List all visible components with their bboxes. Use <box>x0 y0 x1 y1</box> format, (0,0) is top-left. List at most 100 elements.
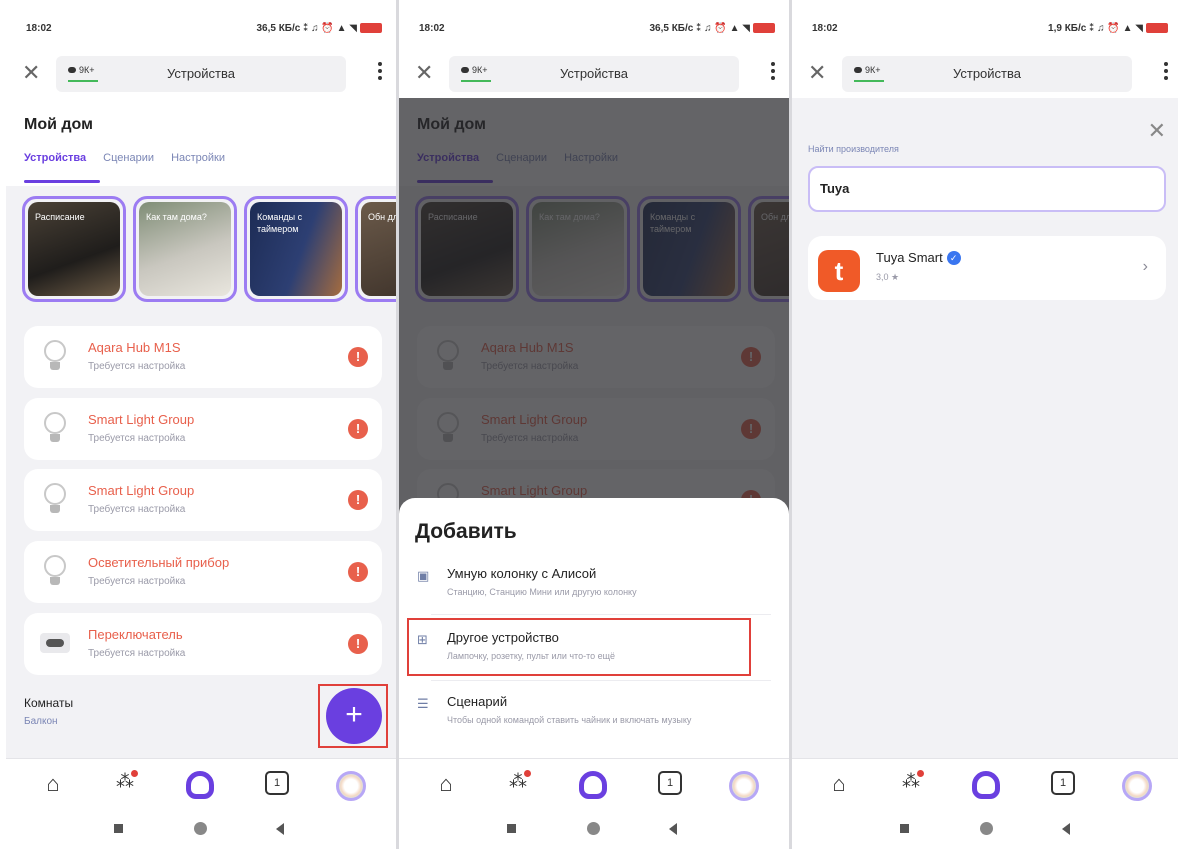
active-tab-underline <box>24 180 100 183</box>
system-nav <box>6 810 396 849</box>
three-screens: 18:02 36,5 КБ/с ⁑ ♫ ⏰ ▲ ◥ ✕ 9К+ Устройст… <box>0 0 1178 849</box>
url-box[interactable]: 9К+ Устройства <box>842 56 1132 92</box>
switch-icon <box>40 633 70 653</box>
device-name: Smart Light Group <box>88 412 195 427</box>
battery-icon <box>1146 23 1168 34</box>
status-indicators: 36,5 КБ/с ⁑ ♫ ⏰ ▲ ◥ <box>256 23 382 34</box>
back-icon[interactable] <box>669 823 677 835</box>
stories-row: Расписание Как там дома? Команды с тайме… <box>22 196 396 304</box>
home-circle-icon[interactable] <box>980 822 993 835</box>
home-icon[interactable]: ⌂ <box>38 771 68 799</box>
chevron-right-icon: › <box>1142 258 1148 275</box>
home-title: Мой дом <box>24 116 93 133</box>
alice-icon[interactable] <box>972 771 1002 799</box>
avatar[interactable] <box>729 771 759 801</box>
page-title: Устройства <box>559 66 628 81</box>
recents-icon[interactable] <box>507 824 516 833</box>
more-icon[interactable] <box>771 62 775 83</box>
browser-topbar: ✕ 9К+ Устройства <box>6 50 396 98</box>
more-icon[interactable] <box>378 62 382 83</box>
tuya-logo-icon: t <box>818 250 860 292</box>
back-icon[interactable] <box>276 823 284 835</box>
story-caption: Как там дома? <box>146 212 207 222</box>
close-icon[interactable]: ✕ <box>22 62 40 84</box>
option-subtitle: Чтобы одной командой ставить чайник и вк… <box>447 715 692 725</box>
bulb-icon <box>44 412 66 446</box>
warning-icon: ! <box>348 562 368 582</box>
device-name: Переключатель <box>88 627 183 642</box>
apps-icon[interactable]: ⁂ <box>896 770 926 799</box>
tabs-icon[interactable]: 1 <box>262 771 292 799</box>
story-card[interactable]: Как там дома? <box>133 196 237 302</box>
url-box[interactable]: 9К+ Устройства <box>449 56 739 92</box>
close-icon[interactable]: ✕ <box>808 62 826 84</box>
alice-icon[interactable] <box>579 771 609 799</box>
story-caption: Обн для у <box>368 212 396 222</box>
device-status: Требуется настройка <box>88 648 186 659</box>
apps-icon[interactable]: ⁂ <box>503 770 533 799</box>
warning-icon: ! <box>348 634 368 654</box>
device-status: Требуется настройка <box>88 576 186 587</box>
page-title: Устройства <box>166 66 235 81</box>
home-circle-icon[interactable] <box>194 822 207 835</box>
avatar[interactable] <box>1122 771 1152 801</box>
scenario-icon: ☰ <box>417 696 429 711</box>
option-smart-speaker[interactable]: ▣ Умную колонку с Алисой Станцию, Станци… <box>415 560 775 616</box>
page-title: Устройства <box>952 66 1021 81</box>
close-search-icon[interactable]: ✕ <box>1148 118 1166 144</box>
apps-icon[interactable]: ⁂ <box>110 770 140 799</box>
device-card[interactable]: Переключатель Требуется настройка ! <box>24 613 382 675</box>
option-title: Умную колонку с Алисой <box>447 566 597 581</box>
room-name[interactable]: Балкон <box>24 716 73 727</box>
manufacturer-result[interactable]: t Tuya Smart ✓ 3,0 ★ › <box>808 236 1166 300</box>
url-box[interactable]: 9К+ Устройства <box>56 56 346 92</box>
back-icon[interactable] <box>1062 823 1070 835</box>
recents-icon[interactable] <box>114 824 123 833</box>
battery-icon <box>753 23 775 34</box>
avatar[interactable] <box>336 771 366 801</box>
home-header: Мой дом Устройства Сценарии Настройки <box>6 98 396 186</box>
device-card[interactable]: Осветительный прибор Требуется настройка… <box>24 541 382 603</box>
manufacturer-rating: 3,0 ★ <box>876 272 900 282</box>
device-status: Требуется настройка <box>88 504 186 515</box>
close-icon[interactable]: ✕ <box>415 62 433 84</box>
bulb-icon <box>44 340 66 374</box>
status-time: 18:02 <box>26 23 52 34</box>
system-nav <box>399 810 789 849</box>
home-icon[interactable]: ⌂ <box>431 771 461 799</box>
more-icon[interactable] <box>1164 62 1168 83</box>
tabs-icon[interactable]: 1 <box>655 771 685 799</box>
recents-icon[interactable] <box>900 824 909 833</box>
home-circle-icon[interactable] <box>587 822 600 835</box>
speaker-icon: ▣ <box>417 568 430 583</box>
story-card[interactable]: Расписание <box>22 196 126 302</box>
story-caption: Команды с таймером <box>257 212 303 234</box>
rooms-title: Комнаты <box>24 696 74 710</box>
device-name: Aqara Hub M1S <box>88 340 181 355</box>
search-label: Найти производителя <box>808 144 899 154</box>
tab-scenarios[interactable]: Сценарии <box>103 152 154 164</box>
alice-icon[interactable] <box>186 771 216 799</box>
manufacturer-name: Tuya Smart ✓ <box>876 250 961 265</box>
browser-topbar: ✕ 9К+ Устройства <box>399 50 789 98</box>
warning-icon: ! <box>348 490 368 510</box>
verified-icon: ✓ <box>946 251 961 265</box>
bulb-icon <box>44 555 66 589</box>
device-card[interactable]: Smart Light Group Требуется настройка ! <box>24 469 382 531</box>
story-card[interactable]: Обн для у <box>355 196 396 302</box>
tab-settings[interactable]: Настройки <box>171 152 225 164</box>
status-bar: 18:02 36,5 КБ/с ⁑ ♫ ⏰ ▲ ◥ <box>399 0 789 52</box>
tab-devices[interactable]: Устройства <box>24 152 86 164</box>
device-card[interactable]: Smart Light Group Требуется настройка ! <box>24 398 382 460</box>
system-nav <box>792 810 1178 849</box>
manufacturer-search-input[interactable]: Tuya <box>808 166 1166 212</box>
status-bar: 18:02 36,5 КБ/с ⁑ ♫ ⏰ ▲ ◥ <box>6 0 396 52</box>
device-name: Smart Light Group <box>88 483 195 498</box>
option-scenario[interactable]: ☰ Сценарий Чтобы одной командой ставить … <box>415 688 775 744</box>
device-card[interactable]: Aqara Hub M1S Требуется настройка ! <box>24 326 382 388</box>
story-card[interactable]: Команды с таймером <box>244 196 348 302</box>
status-indicators: 1,9 КБ/с ⁑ ♫ ⏰ ▲ ◥ <box>1048 23 1168 34</box>
device-status: Требуется настройка <box>88 433 186 444</box>
home-icon[interactable]: ⌂ <box>824 771 854 799</box>
tabs-icon[interactable]: 1 <box>1048 771 1078 799</box>
